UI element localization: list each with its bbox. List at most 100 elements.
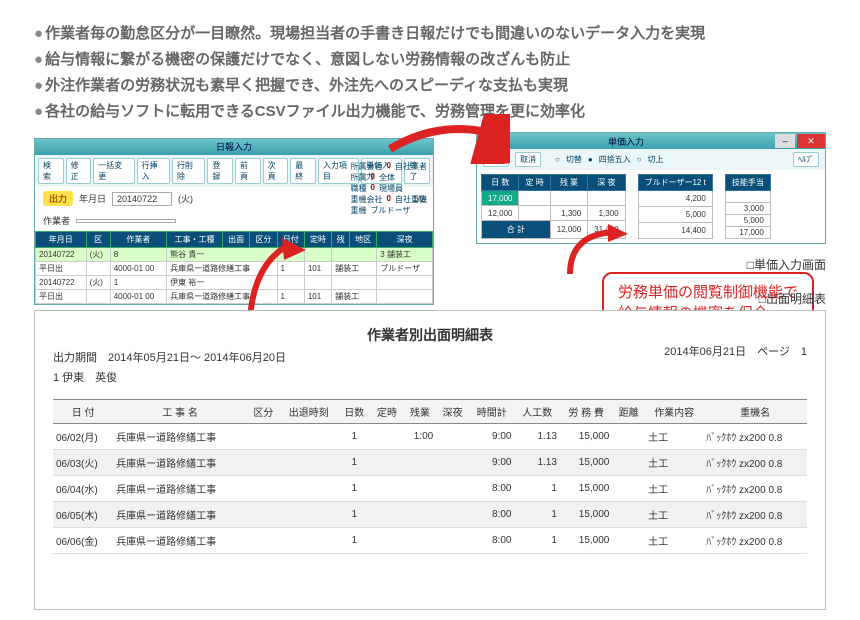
report-row: 06/06(金)兵庫県ー道路修繕工事18:00115,000土工ﾊﾞｯｸﾎｳ z… xyxy=(53,528,807,554)
bullet-3: 外注作業者の労務状況も素早く把握でき、外注先へのスピーディな支払も実現 xyxy=(34,74,830,98)
g2-33: 31,400 xyxy=(588,221,625,239)
window-demen-input: 日報入力 検索 修正 一括変更 行挿入 行削除 登録 前頁 次頁 最終 入力項目… xyxy=(34,138,434,305)
report-window: 作業者別出面明細表 出力期間 2014年05月21日～ 2014年06月20日 … xyxy=(34,310,826,610)
bullet-1: 作業者毎の勤怠区分が一目瞭然。現場担当者の手書き日報だけでも間違いのないデータ入… xyxy=(34,22,830,46)
btn-edit[interactable]: 修正 xyxy=(66,158,92,184)
info-v2: 0 xyxy=(371,183,375,194)
report-header: 作業者別出面明細表 出力期間 2014年05月21日～ 2014年06月20日 … xyxy=(53,325,807,385)
col-kubun: 区分 xyxy=(250,232,277,248)
report-col: 時間計 xyxy=(469,400,514,424)
field-worker[interactable] xyxy=(76,219,176,223)
report-row: 06/03(火)兵庫県ー道路修繕工事19:001.1315,000土工ﾊﾞｯｸﾎ… xyxy=(53,450,807,476)
info-v1: 0 xyxy=(371,172,375,183)
report-col: 深夜 xyxy=(436,400,469,424)
report-col: 残業 xyxy=(403,400,436,424)
col-date: 年月日 xyxy=(36,232,87,248)
btn-last[interactable]: 最終 xyxy=(290,158,316,184)
col-worker: 作業者 xyxy=(110,232,166,248)
info-t1: 全体 xyxy=(379,172,395,183)
s1-2: 14,400 xyxy=(638,223,712,239)
g2-sum: 合 計 xyxy=(482,221,551,239)
grid1-row[interactable]: 20140722(火)8熊谷 貴一3 舗装工 xyxy=(36,248,433,262)
report-worker: 1 伊東 英俊 xyxy=(53,369,807,385)
titlebar2: 単価入力 ‒ ✕ xyxy=(477,133,825,149)
info-v0: 0 xyxy=(387,161,391,172)
col-koji: 工事・工種 xyxy=(167,232,223,248)
period-label: 出力期間 xyxy=(53,352,97,364)
g2-12: 1,300 xyxy=(550,206,587,221)
info-t4: ブルドーザ xyxy=(371,205,411,216)
info-t2: 現場員 xyxy=(379,183,403,194)
info-t0: 自社業者 xyxy=(395,161,427,172)
field-date[interactable]: 20140722 xyxy=(112,192,172,206)
feature-bullets: 作業者毎の勤怠区分が一目瞭然。現場担当者の手書き日報だけでも間違いのないデータ入… xyxy=(0,0,860,138)
close-icon[interactable]: ✕ xyxy=(797,134,825,148)
report-col: 出退時刻 xyxy=(280,400,338,424)
btn-row-delete[interactable]: 行削除 xyxy=(172,158,205,184)
radio-2[interactable]: 切上 xyxy=(648,154,664,165)
s2-3: 17,000 xyxy=(725,227,770,239)
g2-32: 12,000 xyxy=(550,221,587,239)
period-value: 2014年05月21日～ 2014年06月20日 xyxy=(108,352,286,364)
s2-1: 3,000 xyxy=(725,203,770,215)
report-col: 重機名 xyxy=(703,400,807,424)
col-chiku: 地区 xyxy=(349,232,376,248)
badge-output[interactable]: 出力 xyxy=(43,191,73,206)
grid-unit-price[interactable]: 日 数 定 時 残 業 深 夜 17,000 12,0001,3001,300 … xyxy=(481,174,626,239)
report-printed: 2014年06月21日 ページ 1 xyxy=(664,343,807,359)
btn-prev[interactable]: 前頁 xyxy=(235,158,261,184)
btn-next[interactable]: 次頁 xyxy=(263,158,289,184)
col-hi: 日付 xyxy=(277,232,304,248)
col-teiji: 定時 xyxy=(304,232,331,248)
label-worker: 作業者 xyxy=(43,214,70,227)
title2: 単価入力 xyxy=(608,135,644,148)
col-kb: 区 xyxy=(86,232,110,248)
btn-batch[interactable]: 一括変更 xyxy=(93,158,134,184)
report-col: 労 務 費 xyxy=(560,400,612,424)
report-col: 定時 xyxy=(371,400,404,424)
report-title: 作業者別出面明細表 xyxy=(53,325,807,345)
report-row: 06/05(木)兵庫県ー道路修繕工事18:00115,000土工ﾊﾞｯｸﾎｳ z… xyxy=(53,502,807,528)
grid1-row[interactable]: 平日出4000-01 00兵庫県ー道路修繕工事1101舗装工ブルドーザ xyxy=(36,262,433,276)
report-table: 日 付工 事 名区分出退時刻日数定時残業深夜時間計人工数労 務 費距離作業内容重… xyxy=(53,399,807,554)
btn-row-insert[interactable]: 行挿入 xyxy=(137,158,170,184)
s1-1: 5,000 xyxy=(638,207,712,223)
info-t3: 自社重機 xyxy=(395,194,427,205)
s2-2: 5,000 xyxy=(725,215,770,227)
btn-register[interactable]: 登録 xyxy=(207,158,233,184)
radio-0[interactable]: 切替 xyxy=(566,154,582,165)
btn-done[interactable]: 完了 xyxy=(483,152,509,167)
col-demen: 出面 xyxy=(222,232,249,248)
report-col: 区分 xyxy=(247,400,280,424)
btn-search[interactable]: 検索 xyxy=(38,158,64,184)
grid1-row[interactable]: 20140722(火)1伊東 裕一 xyxy=(36,276,433,290)
btn-help[interactable]: ﾍﾙﾌﾟ xyxy=(793,152,819,167)
dow: (火) xyxy=(178,192,193,205)
min-icon[interactable]: ‒ xyxy=(775,134,795,148)
titlebar: 日報入力 xyxy=(35,139,433,155)
report-col: 日 付 xyxy=(53,400,113,424)
radio-1[interactable]: 四捨五入 xyxy=(599,154,631,165)
bullet-4: 各社の給与ソフトに転用できるCSVファイル出力機能で、労務管理を更に効率化 xyxy=(34,100,830,124)
c2-2: 残 業 xyxy=(550,175,587,191)
side-h2: 技能手当 xyxy=(725,175,770,191)
grid-side2[interactable]: 技能手当 3,000 5,000 17,000 xyxy=(725,174,771,239)
g2-00: 17,000 xyxy=(482,191,519,206)
btn-cancel[interactable]: 取消 xyxy=(515,152,541,167)
col-shinya: 深夜 xyxy=(377,232,433,248)
col-zan: 残 xyxy=(332,232,350,248)
grid-demen[interactable]: 年月日 区 作業者 工事・工種 出面 区分 日付 定時 残 地区 深夜 2014… xyxy=(35,231,433,304)
report-col: 日数 xyxy=(338,400,371,424)
c2-0: 日 数 xyxy=(482,175,519,191)
c2-3: 深 夜 xyxy=(588,175,625,191)
toolbar2: 完了 取消 ○切替 ●四捨五入 ○切上 ﾍﾙﾌﾟ xyxy=(477,149,825,170)
info-v3: 0 xyxy=(387,194,391,205)
info-k4: 重機 xyxy=(351,205,367,216)
report-col: 人工数 xyxy=(514,400,559,424)
caption-report: □出面明細表 xyxy=(759,290,826,307)
grid1-row[interactable]: 平日出4000-01 00兵庫県ー道路修繕工事1101舗装工 xyxy=(36,290,433,304)
report-col: 工 事 名 xyxy=(113,400,247,424)
report-col: 作業内容 xyxy=(645,400,703,424)
grid-side1[interactable]: ブルドーザー12 t 4,200 5,000 14,400 xyxy=(638,174,713,239)
s1-0: 4,200 xyxy=(638,191,712,207)
